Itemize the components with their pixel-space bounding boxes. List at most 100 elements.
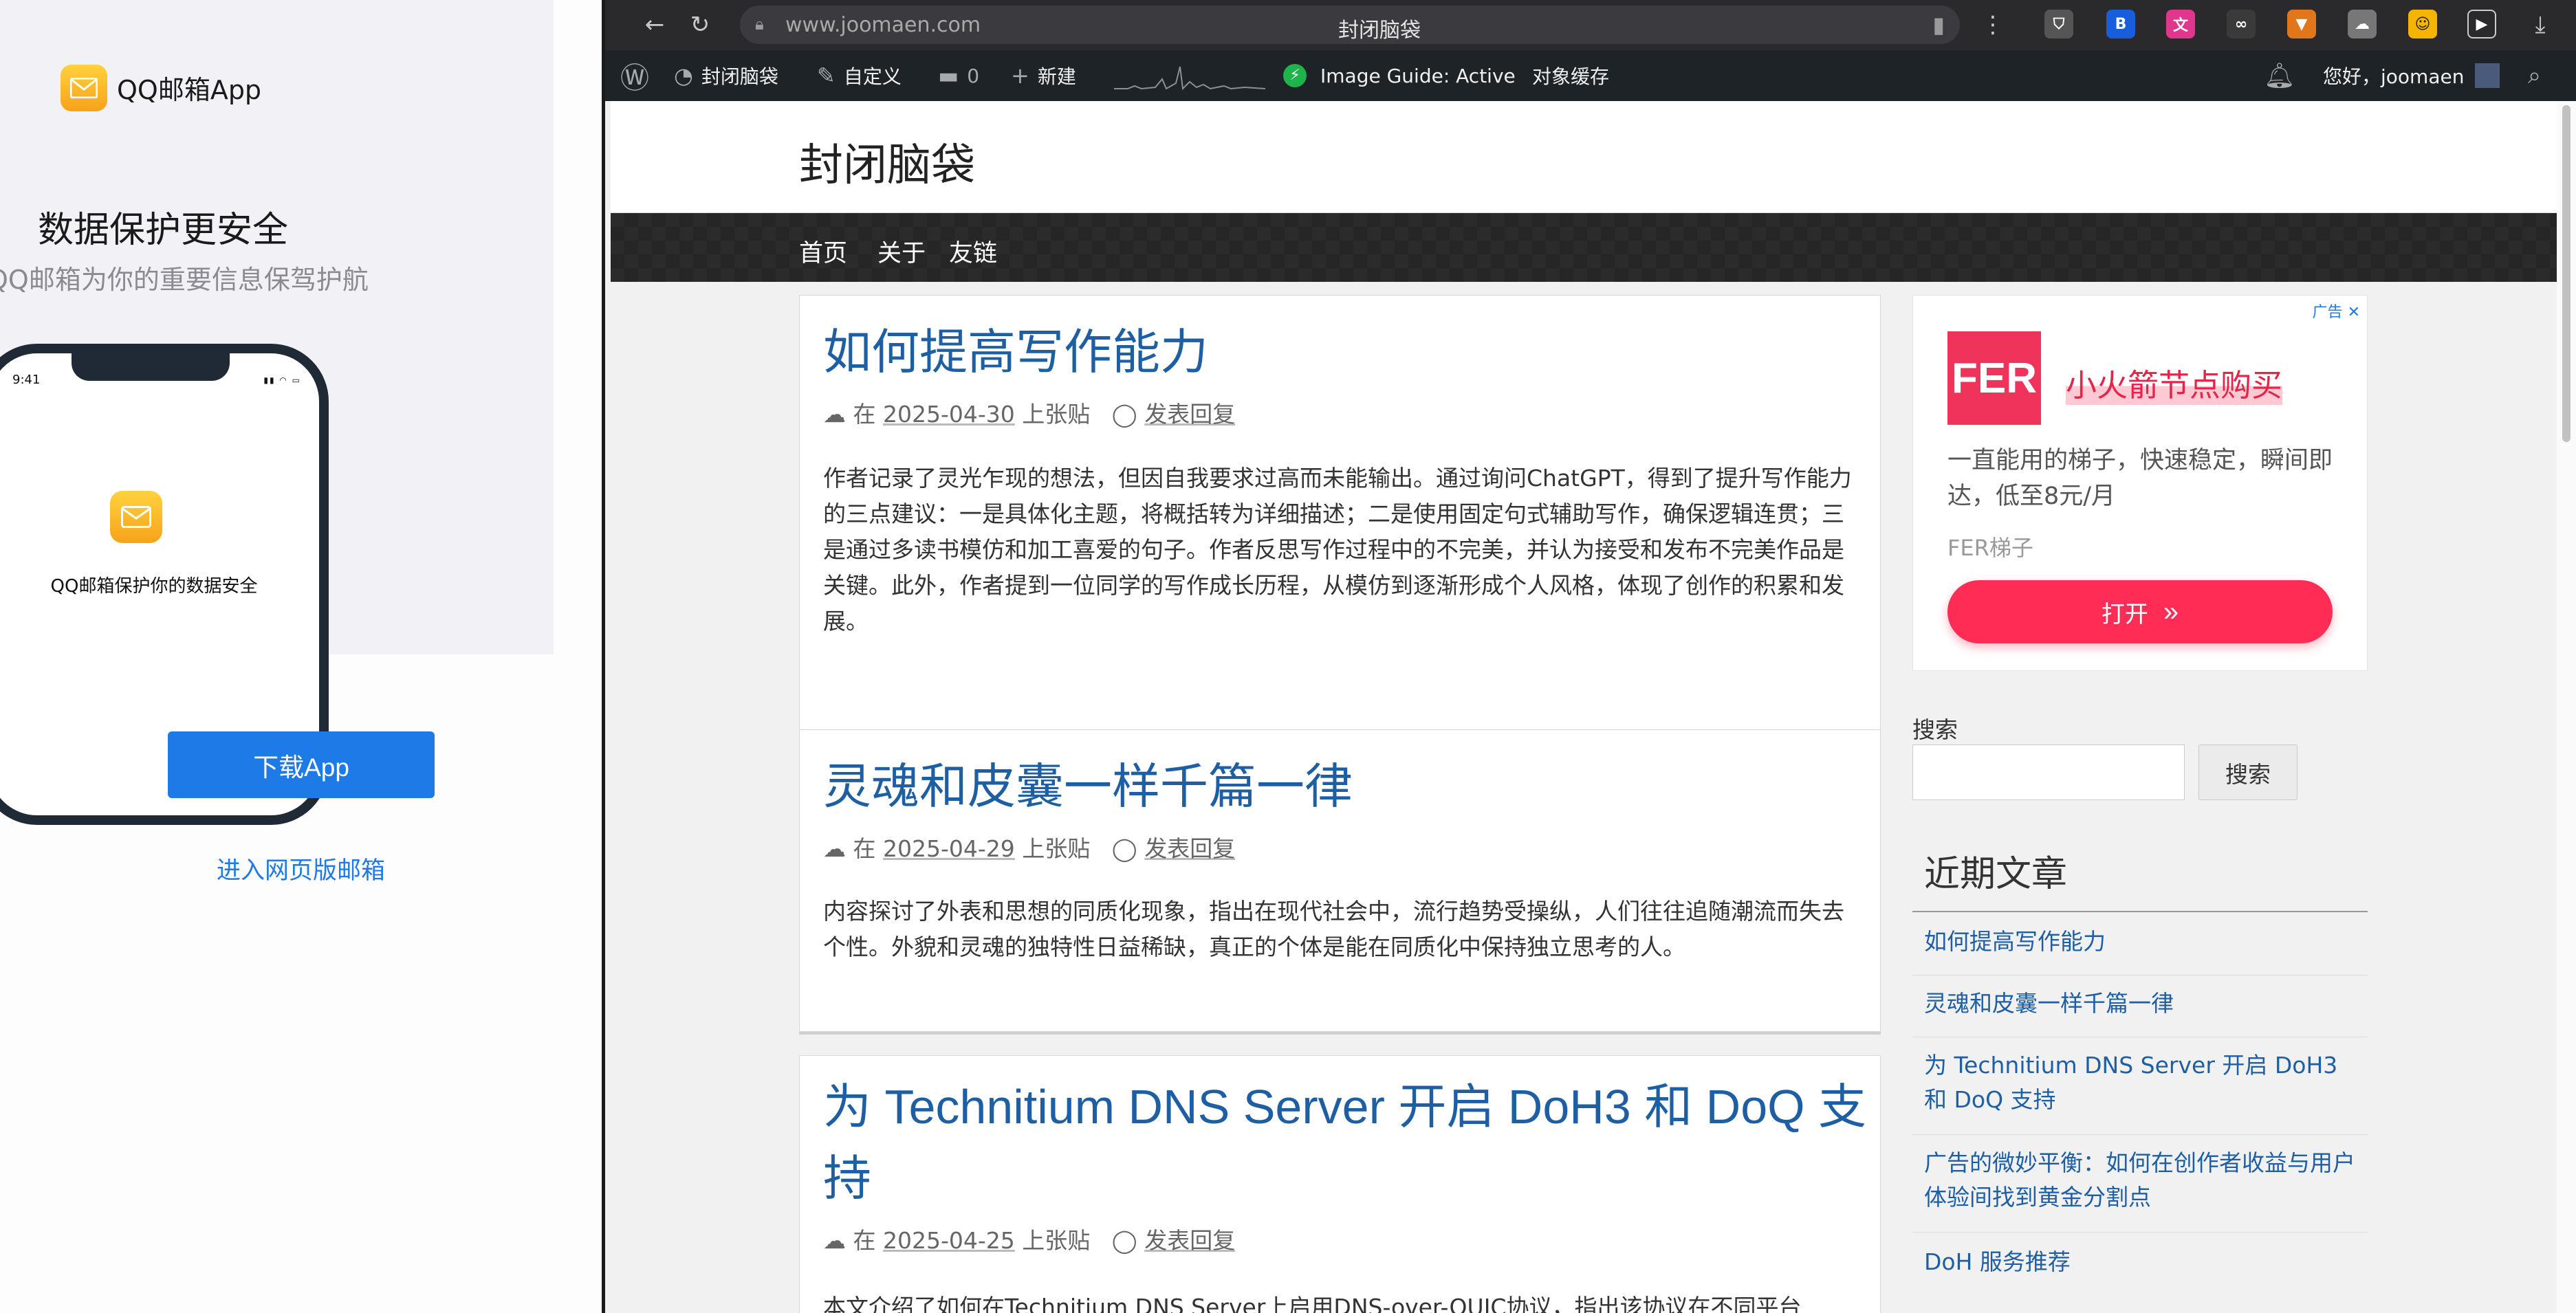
post-title[interactable]: 如何提高写作能力 [823, 316, 1208, 388]
brush-icon: ✎ [817, 63, 836, 89]
post-excerpt: 本文介绍了如何在Technitium DNS Server上启用DNS-over… [823, 1294, 1802, 1313]
web-mail-link[interactable]: 进入网页版邮箱 [0, 851, 602, 886]
face-extension-icon[interactable]: ☺ [2408, 10, 2437, 38]
post-reply-link[interactable]: 发表回复 [1144, 835, 1235, 862]
divider [1912, 911, 2368, 912]
comment-icon: ▬ [938, 63, 959, 89]
lock-icon: 🔒︎ [755, 14, 764, 34]
post-card: 如何提高写作能力 ☁ 在 2025-04-30 上张贴 ◯ 发表回复 作者记录了… [799, 295, 1881, 805]
url-text: www.joomaen.com [785, 13, 981, 37]
cloud-upload-icon: ☁ [823, 1227, 846, 1254]
post-reply-link[interactable]: 发表回复 [1144, 401, 1235, 428]
glasses-extension-icon[interactable]: ∞ [2227, 10, 2256, 38]
recent-posts-title: 近期文章 [1924, 854, 2068, 895]
post-date[interactable]: 2025-04-25 [883, 1227, 1015, 1254]
download-app-button[interactable]: 下载App [168, 731, 435, 798]
post-date[interactable]: 2025-04-30 [883, 401, 1015, 428]
admin-comments-link[interactable]: ▬ 0 [938, 50, 979, 101]
address-bar[interactable]: 🔒︎ www.joomaen.com 封闭脑袋 ▮ [740, 5, 1960, 44]
double-chevron-icon: » [2163, 596, 2179, 627]
comment-icon: ◯ [1111, 835, 1137, 862]
divider [1912, 1232, 2368, 1233]
admin-image-guide[interactable]: ⚡ Image Guide: Active [1283, 50, 1516, 101]
comment-icon: ◯ [1111, 1227, 1137, 1254]
admin-customize-link[interactable]: ✎ 自定义 [817, 50, 902, 101]
post-card: 为 Technitium DNS Server 开启 DoH3 和 DoQ 支持… [799, 1055, 1881, 1313]
post-title[interactable]: 为 Technitium DNS Server 开启 DoH3 和 DoQ 支持 [823, 1071, 1868, 1214]
scrollbar[interactable] [2557, 101, 2576, 1313]
ad-brand: FER梯子 [1947, 535, 2033, 561]
page-tab-title: 封闭脑袋 [1338, 19, 1421, 43]
play-extension-icon[interactable]: ▶ [2467, 10, 2496, 38]
site-header: 封闭脑袋 [611, 101, 2562, 213]
recent-post-link[interactable]: DoH 服务推荐 [1924, 1245, 2364, 1279]
post-meta: ☁ 在 2025-04-29 上张贴 ◯ 发表回复 [823, 835, 1236, 862]
post-title[interactable]: 灵魂和皮囊一样千篇一律 [823, 751, 1353, 822]
close-icon[interactable]: ✕ [2348, 304, 2360, 321]
post-excerpt: 内容探讨了外表和思想的同质化现象，指出在现代社会中，流行趋势受操纵，人们往往追随… [823, 898, 1844, 960]
dashboard-icon: ◔ [674, 63, 693, 89]
metamask-extension-icon[interactable]: ▼ [2287, 10, 2316, 38]
admin-new-link[interactable]: + 新建 [1011, 50, 1076, 101]
post-meta: ☁ 在 2025-04-30 上张贴 ◯ 发表回复 [823, 401, 1236, 428]
back-icon[interactable]: ← [640, 10, 670, 40]
translate-extension-icon[interactable]: 文 [2166, 10, 2195, 38]
phone-time: 9:41 [12, 373, 41, 387]
recent-post-link[interactable]: 灵魂和皮囊一样千篇一律 [1924, 986, 2364, 1021]
browser-window: ← ↻ 🔒︎ www.joomaen.com 封闭脑袋 ▮ ⋮ ⛉ B 文 ∞ … [605, 0, 2576, 1313]
download-icon[interactable]: ⤓ [2525, 10, 2555, 40]
ad-headline: 小火箭节点购买 [2066, 360, 2283, 405]
recent-post-link[interactable]: 广告的微妙平衡：如何在创作者收益与用户体验间找到黄金分割点 [1924, 1146, 2364, 1215]
search-button[interactable]: 搜索 [2198, 744, 2297, 800]
divider [1912, 1134, 2368, 1135]
search-input[interactable] [1912, 744, 2185, 800]
wordpress-logo-icon[interactable]: Ⓦ [620, 50, 649, 101]
ad-description: 一直能用的梯子，快速稳定，瞬间即达，低至8元/月 [1947, 447, 2333, 510]
nav-about[interactable]: 关于 [877, 234, 926, 269]
nav-home[interactable]: 首页 [799, 234, 847, 269]
admin-site-link[interactable]: ◔ 封闭脑袋 [674, 50, 778, 101]
ad-logo: FER [1947, 331, 2041, 425]
reload-icon[interactable]: ↻ [685, 10, 715, 40]
cloud-upload-icon: ☁ [823, 835, 846, 862]
menu-dots-icon[interactable]: ⋮ [1978, 10, 2008, 40]
stats-sparkline[interactable] [1114, 63, 1265, 90]
qq-mail-pane: QQ邮箱App 数据保护更安全 QQ邮箱为你的重要信息保驾护航 9:41 ▮▮ … [0, 0, 602, 1313]
post-date[interactable]: 2025-04-29 [883, 835, 1015, 862]
bookmark-icon[interactable]: ▮ [1932, 12, 1945, 38]
scrollbar-thumb[interactable] [2562, 105, 2570, 442]
phone-status-icons: ▮▮ ◠ ▭ [263, 375, 301, 385]
notification-bell-icon[interactable]: 🔔︎ [2264, 50, 2295, 101]
main-nav: 首页 关于 友链 [611, 213, 2562, 282]
recent-post-link[interactable]: 如何提高写作能力 [1924, 925, 2364, 959]
sidebar-ad[interactable]: 广告 ✕ FER 小火箭节点购买 一直能用的梯子，快速稳定，瞬间即达，低至8元/… [1912, 295, 2368, 671]
qq-mail-app-icon [110, 491, 162, 543]
plus-icon: + [1011, 63, 1029, 89]
admin-search-icon[interactable]: ⌕ [2528, 50, 2541, 101]
post-card: 灵魂和皮囊一样千篇一律 ☁ 在 2025-04-29 上张贴 ◯ 发表回复 内容… [799, 729, 1881, 1032]
avatar [2475, 63, 2500, 88]
nav-links[interactable]: 友链 [949, 234, 997, 269]
qq-mail-logo-icon [61, 65, 107, 111]
qq-subline: QQ邮箱为你的重要信息保驾护航 [0, 265, 369, 295]
phone-notch [72, 353, 230, 381]
phone-caption: QQ邮箱保护你的数据安全 [50, 576, 258, 597]
post-meta: ☁ 在 2025-04-25 上张贴 ◯ 发表回复 [823, 1227, 1236, 1254]
cloud-extension-icon[interactable]: ☁ [2348, 10, 2377, 38]
site-title[interactable]: 封闭脑袋 [799, 130, 975, 193]
lightning-icon: ⚡ [1283, 64, 1307, 87]
blog-page: 封闭脑袋 首页 关于 友链 如何提高写作能力 ☁ 在 2025-04-30 上张… [611, 101, 2562, 1313]
browser-toolbar: ← ↻ 🔒︎ www.joomaen.com 封闭脑袋 ▮ ⋮ ⛉ B 文 ∞ … [605, 0, 2576, 50]
ad-label[interactable]: 广告 ✕ [2313, 300, 2360, 322]
admin-account[interactable]: 您好，joomaen [2323, 50, 2500, 101]
wp-admin-bar: Ⓦ ◔ 封闭脑袋 ✎ 自定义 ▬ 0 + 新建 ⚡ Image Guide: Active… [605, 50, 2576, 101]
post-reply-link[interactable]: 发表回复 [1144, 1227, 1235, 1254]
shield-extension-icon[interactable]: ⛉ [2044, 10, 2073, 38]
ad-open-button[interactable]: 打开» [1947, 580, 2333, 643]
qq-headline: 数据保护更安全 [38, 210, 289, 251]
post-excerpt: 作者记录了灵光乍现的想法，但因自我要求过高而未能输出。通过询问ChatGPT，得… [823, 465, 1852, 635]
recent-post-link[interactable]: 为 Technitium DNS Server 开启 DoH3 和 DoQ 支持 [1924, 1048, 2364, 1117]
bitwarden-extension-icon[interactable]: B [2106, 10, 2135, 38]
comment-icon: ◯ [1111, 401, 1137, 428]
admin-object-cache[interactable]: 对象缓存 [1532, 50, 1609, 101]
